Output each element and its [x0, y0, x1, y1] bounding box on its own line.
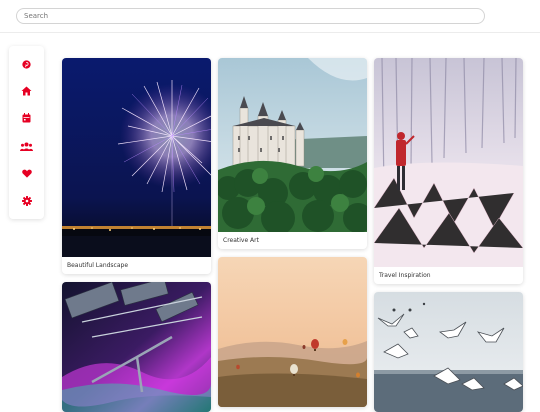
- pin-caption: Travel Inspiration: [379, 272, 431, 279]
- pin-image-space-station: [62, 282, 211, 412]
- sidebar-item-settings[interactable]: [9, 193, 44, 209]
- heart-icon: [21, 169, 32, 178]
- pinterest-icon: [22, 59, 31, 69]
- search-input[interactable]: [16, 8, 485, 24]
- pin-card[interactable]: [218, 257, 367, 407]
- pin-card[interactable]: Creative Art: [218, 58, 367, 249]
- pin-card[interactable]: [62, 282, 211, 412]
- pin-card[interactable]: Beautiful Landscape: [62, 58, 211, 274]
- sidebar: [9, 46, 44, 219]
- pin-image-snow-forest: [374, 58, 523, 267]
- sidebar-item-pinterest[interactable]: [9, 56, 44, 72]
- pin-image-balloons: [218, 257, 367, 407]
- pin-card[interactable]: Travel Inspiration: [374, 58, 523, 284]
- pin-image-fireworks: [62, 58, 211, 257]
- sidebar-item-favorites[interactable]: [9, 165, 44, 181]
- pin-image-castle: [218, 58, 367, 232]
- home-icon: [21, 86, 32, 96]
- top-bar: [0, 0, 540, 33]
- pin-image-seagulls: [374, 292, 523, 412]
- sidebar-item-users[interactable]: [9, 138, 44, 154]
- sidebar-item-home[interactable]: [9, 83, 44, 99]
- users-icon: [20, 142, 33, 151]
- gear-icon: [21, 196, 32, 206]
- pin-caption: Creative Art: [223, 237, 259, 244]
- pin-caption: Beautiful Landscape: [67, 262, 129, 269]
- calendar-icon: [22, 113, 31, 123]
- pin-card[interactable]: [374, 292, 523, 412]
- sidebar-item-calendar[interactable]: [9, 110, 44, 126]
